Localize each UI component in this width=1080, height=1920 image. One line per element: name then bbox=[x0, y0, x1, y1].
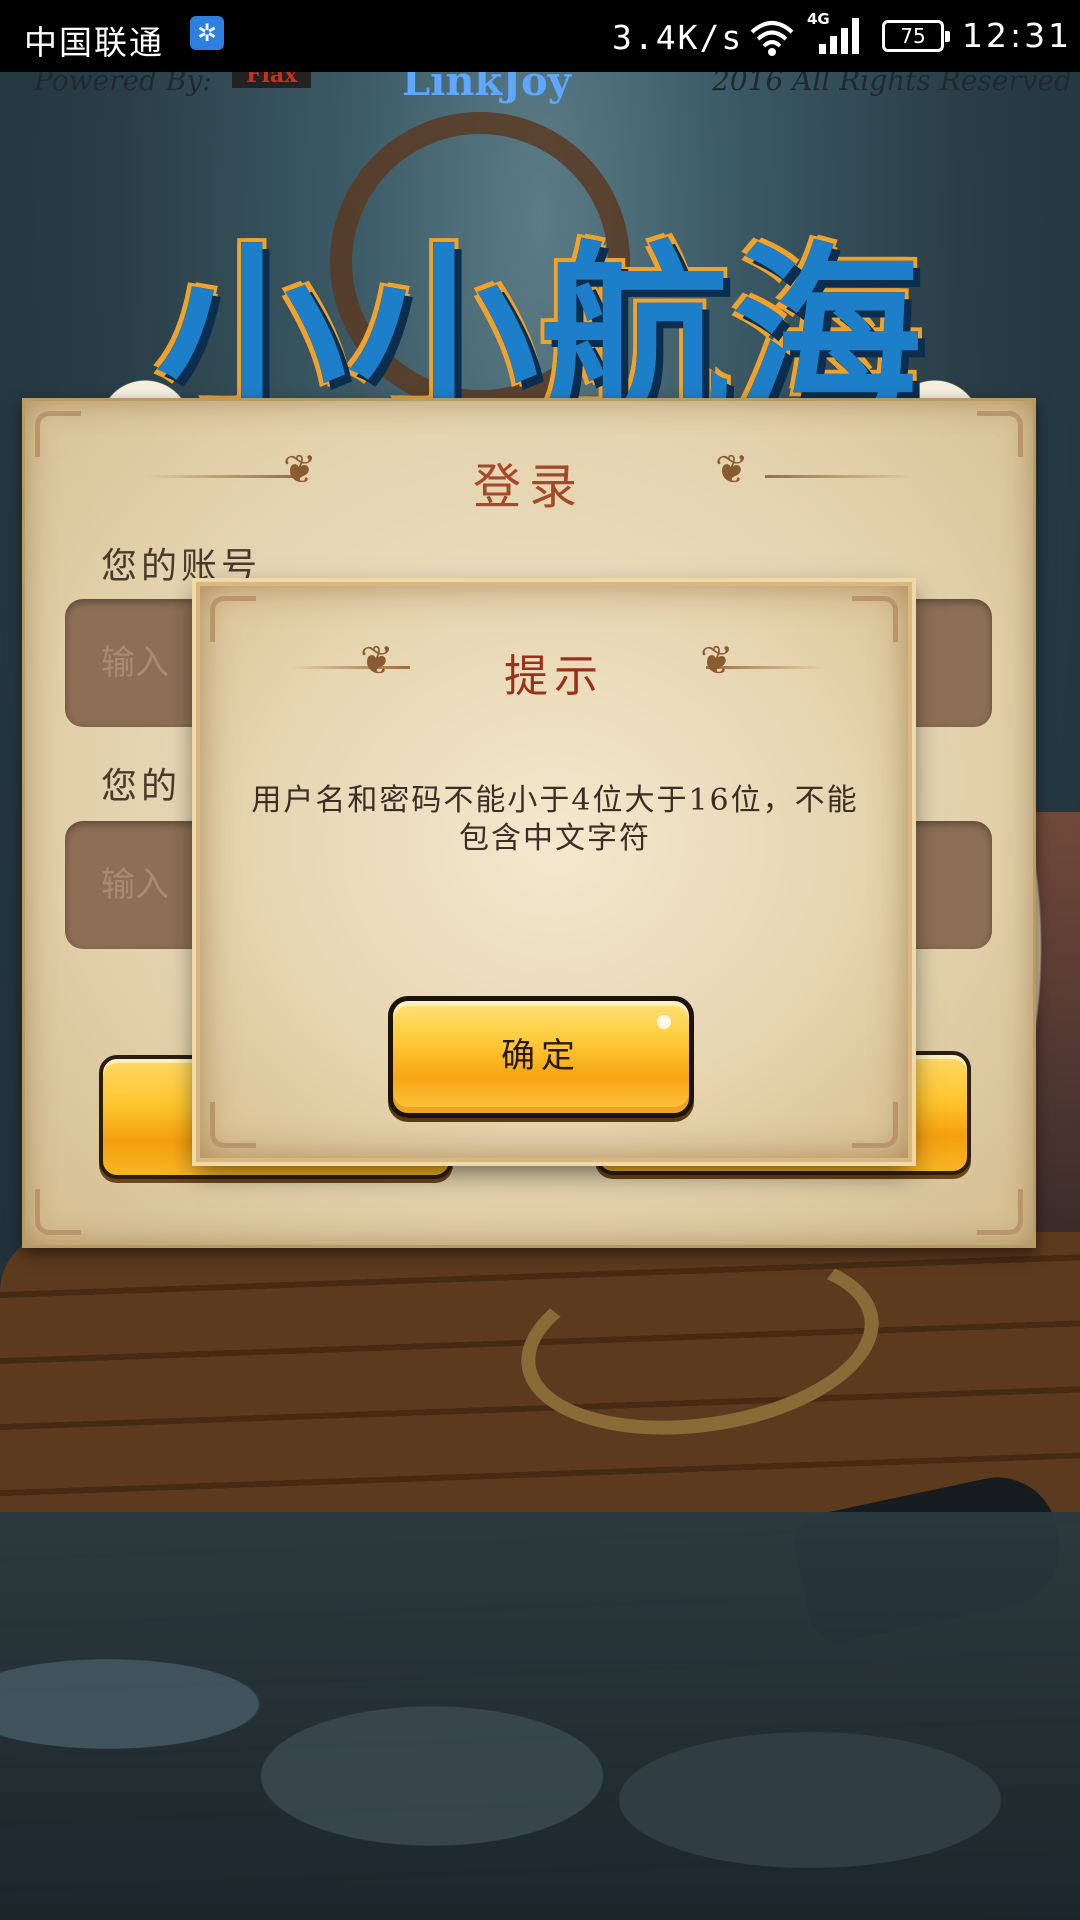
network-type-label: 4G bbox=[807, 10, 830, 28]
copyright-bar: Powered By: Flax LinkJoy 2016 All Rights… bbox=[0, 72, 1080, 105]
corner-ornament bbox=[210, 1102, 256, 1148]
alert-dialog: ❦ ❦ 提示 用户名和密码不能小于4位大于16位，不能包含中文字符 确定 bbox=[196, 582, 912, 1162]
corner-ornament bbox=[977, 1189, 1023, 1235]
confirm-button[interactable]: 确定 bbox=[388, 996, 694, 1118]
dialog-title: 提示 bbox=[504, 651, 604, 702]
powered-by-text: Powered By: bbox=[34, 72, 212, 97]
engine-logo: Flax bbox=[232, 72, 312, 88]
corner-ornament bbox=[210, 596, 256, 642]
clock: 12:31 bbox=[962, 16, 1073, 55]
notification-app-icon: ✲ bbox=[190, 16, 224, 50]
password-label: 您的 bbox=[101, 766, 182, 807]
cellular-signal-icon: 4G bbox=[805, 10, 865, 68]
status-bar: 中国联通 ✲ 3.4K/s 4G 75 12:31 bbox=[0, 0, 1080, 72]
network-speed: 3.4K/s bbox=[612, 18, 744, 57]
corner-ornament bbox=[852, 596, 898, 642]
wifi-icon bbox=[748, 18, 796, 66]
ocean-waves bbox=[0, 1512, 1080, 1920]
rights-text: 2016 All Rights Reserved bbox=[712, 72, 1072, 97]
battery-icon: 75 bbox=[882, 20, 950, 52]
carrier-name: 中国联通 bbox=[24, 23, 164, 62]
dialog-message: 用户名和密码不能小于4位大于16位，不能包含中文字符 bbox=[251, 783, 859, 856]
corner-ornament bbox=[852, 1102, 898, 1148]
publisher-logo: LinkJoy bbox=[402, 72, 571, 105]
login-title: 登录 bbox=[472, 459, 585, 515]
corner-ornament bbox=[35, 1189, 81, 1235]
